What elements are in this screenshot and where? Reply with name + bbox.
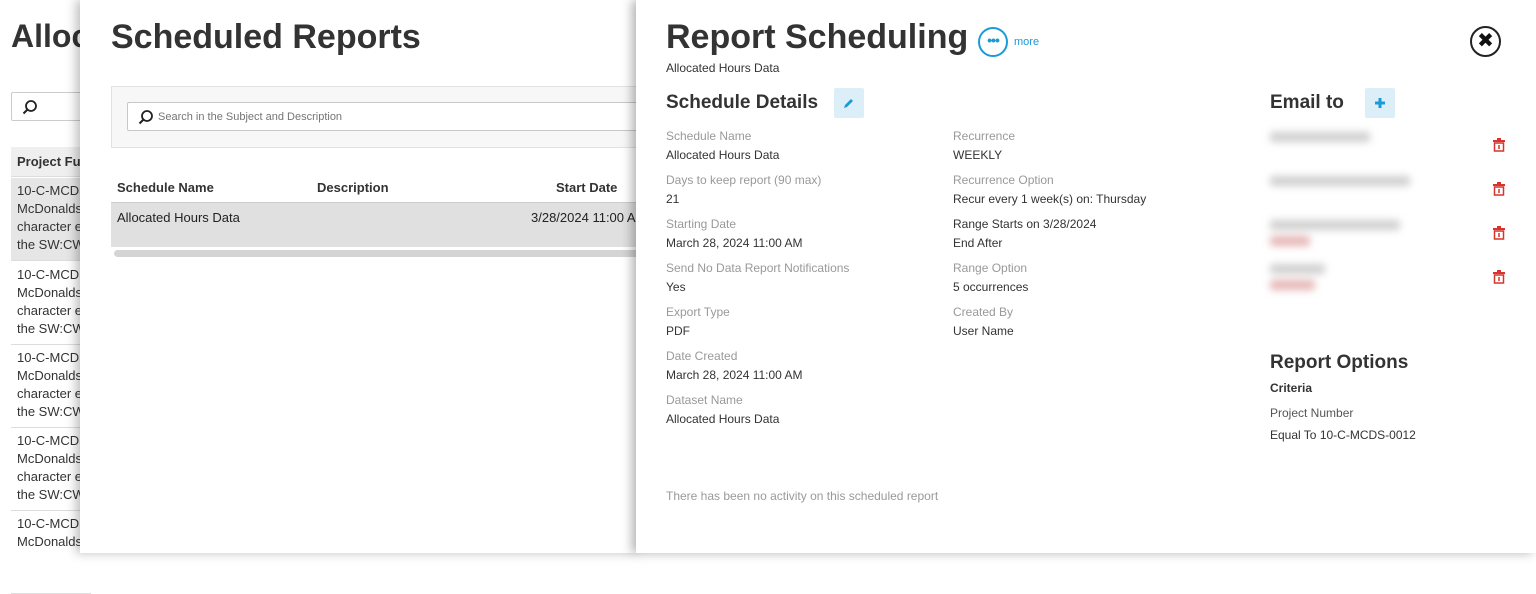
starting-date-value: March 28, 2024 11:00 AM	[666, 236, 803, 250]
range-value: End After	[953, 236, 1003, 250]
search-field[interactable]	[127, 102, 640, 131]
range-option-value: 5 occurrences	[953, 280, 1029, 294]
horizontal-scrollbar[interactable]	[114, 250, 640, 257]
report-subtitle: Allocated Hours Data	[666, 61, 780, 75]
ellipsis-icon: •••	[978, 27, 1008, 57]
no-data-notifications-label: Send No Data Report Notifications	[666, 261, 850, 275]
dataset-name-value: Allocated Hours Data	[666, 412, 780, 426]
email-recipient-redacted	[1270, 172, 1420, 212]
trash-icon[interactable]	[1493, 182, 1505, 196]
days-to-keep-label: Days to keep report (90 max)	[666, 173, 822, 187]
pencil-icon	[844, 99, 853, 108]
created-by-label: Created By	[953, 305, 1014, 319]
column-header-start-date[interactable]: Start Date	[556, 180, 617, 195]
row-schedule-name: Allocated Hours Data	[117, 210, 240, 225]
trash-icon[interactable]	[1493, 270, 1505, 284]
scheduled-reports-table-header: Schedule Name Description Start Date	[111, 172, 640, 203]
schedule-name-value: Allocated Hours Data	[666, 148, 780, 162]
created-by-value: User Name	[953, 324, 1014, 338]
export-type-value: PDF	[666, 324, 690, 338]
criteria-label: Criteria	[1270, 381, 1313, 395]
background-search-input[interactable]	[11, 92, 91, 121]
more-button[interactable]: ••• more	[978, 27, 1039, 57]
schedule-name-label: Schedule Name	[666, 129, 752, 143]
email-recipient-redacted	[1270, 260, 1420, 300]
background-table-header: Project Fu	[11, 147, 91, 177]
scheduled-reports-title: Scheduled Reports	[111, 18, 421, 56]
email-to-title: Email to	[1270, 92, 1344, 113]
project-number-value: Equal To 10-C-MCDS-0012	[1270, 428, 1416, 442]
recurrence-option-value: Recur every 1 week(s) on: Thursday	[953, 192, 1147, 206]
recurrence-option-label: Recurrence Option	[953, 173, 1054, 187]
range-label: Range Starts on 3/28/2024	[953, 217, 1097, 231]
search-icon	[22, 100, 37, 115]
recurrence-label: Recurrence	[953, 129, 1016, 143]
more-label: more	[1014, 36, 1040, 48]
trash-icon[interactable]	[1493, 138, 1505, 152]
column-header-project: Project Fu	[17, 154, 81, 169]
date-created-label: Date Created	[666, 349, 738, 363]
recurrence-value: WEEKLY	[953, 148, 1003, 162]
range-option-label: Range Option	[953, 261, 1028, 275]
dataset-name-label: Dataset Name	[666, 393, 743, 407]
report-scheduling-title: Report Scheduling	[666, 18, 969, 56]
export-type-label: Export Type	[666, 305, 730, 319]
trash-icon[interactable]	[1493, 226, 1505, 240]
table-row[interactable]: 10-C-MCDS McDonalds character e the SW:C…	[11, 178, 91, 261]
close-icon: ✖	[1477, 30, 1494, 52]
report-scheduling-panel: Report Scheduling ••• more Allocated Hou…	[636, 0, 1536, 553]
no-data-notifications-value: Yes	[666, 280, 686, 294]
close-button[interactable]: ✖	[1470, 26, 1501, 57]
table-row[interactable]: 10-C-MCDS McDonalds character e the SW:C…	[11, 345, 91, 428]
search-icon	[138, 110, 153, 125]
project-number-label: Project Number	[1270, 406, 1354, 420]
date-created-value: March 28, 2024 11:00 AM	[666, 368, 803, 382]
email-recipient-redacted	[1270, 128, 1420, 168]
column-header-description[interactable]: Description	[317, 180, 389, 195]
row-start-date: 3/28/2024 11:00 AM	[531, 210, 640, 225]
column-header-schedule-name[interactable]: Schedule Name	[117, 180, 214, 195]
search-input[interactable]	[158, 107, 638, 127]
days-to-keep-value: 21	[666, 192, 680, 206]
table-row[interactable]: Allocated Hours Data 3/28/2024 11:00 AM	[111, 203, 640, 247]
table-row[interactable]: 10-C-MCDS McDonalds character e the SW:C…	[11, 262, 91, 345]
page-title: Alloc	[11, 18, 90, 54]
email-recipient-redacted	[1270, 216, 1420, 256]
report-options-title: Report Options	[1270, 352, 1409, 373]
scheduled-reports-panel: Scheduled Reports Schedule Name Descript…	[80, 0, 640, 553]
schedule-details-title: Schedule Details	[666, 92, 819, 113]
edit-button[interactable]	[834, 88, 864, 118]
table-row[interactable]: 10-C-MCDS McDonalds character e the SW:C…	[11, 428, 91, 511]
activity-message: There has been no activity on this sched…	[666, 489, 939, 503]
add-email-button[interactable]	[1365, 88, 1395, 118]
starting-date-label: Starting Date	[666, 217, 737, 231]
plus-icon	[1375, 98, 1385, 108]
